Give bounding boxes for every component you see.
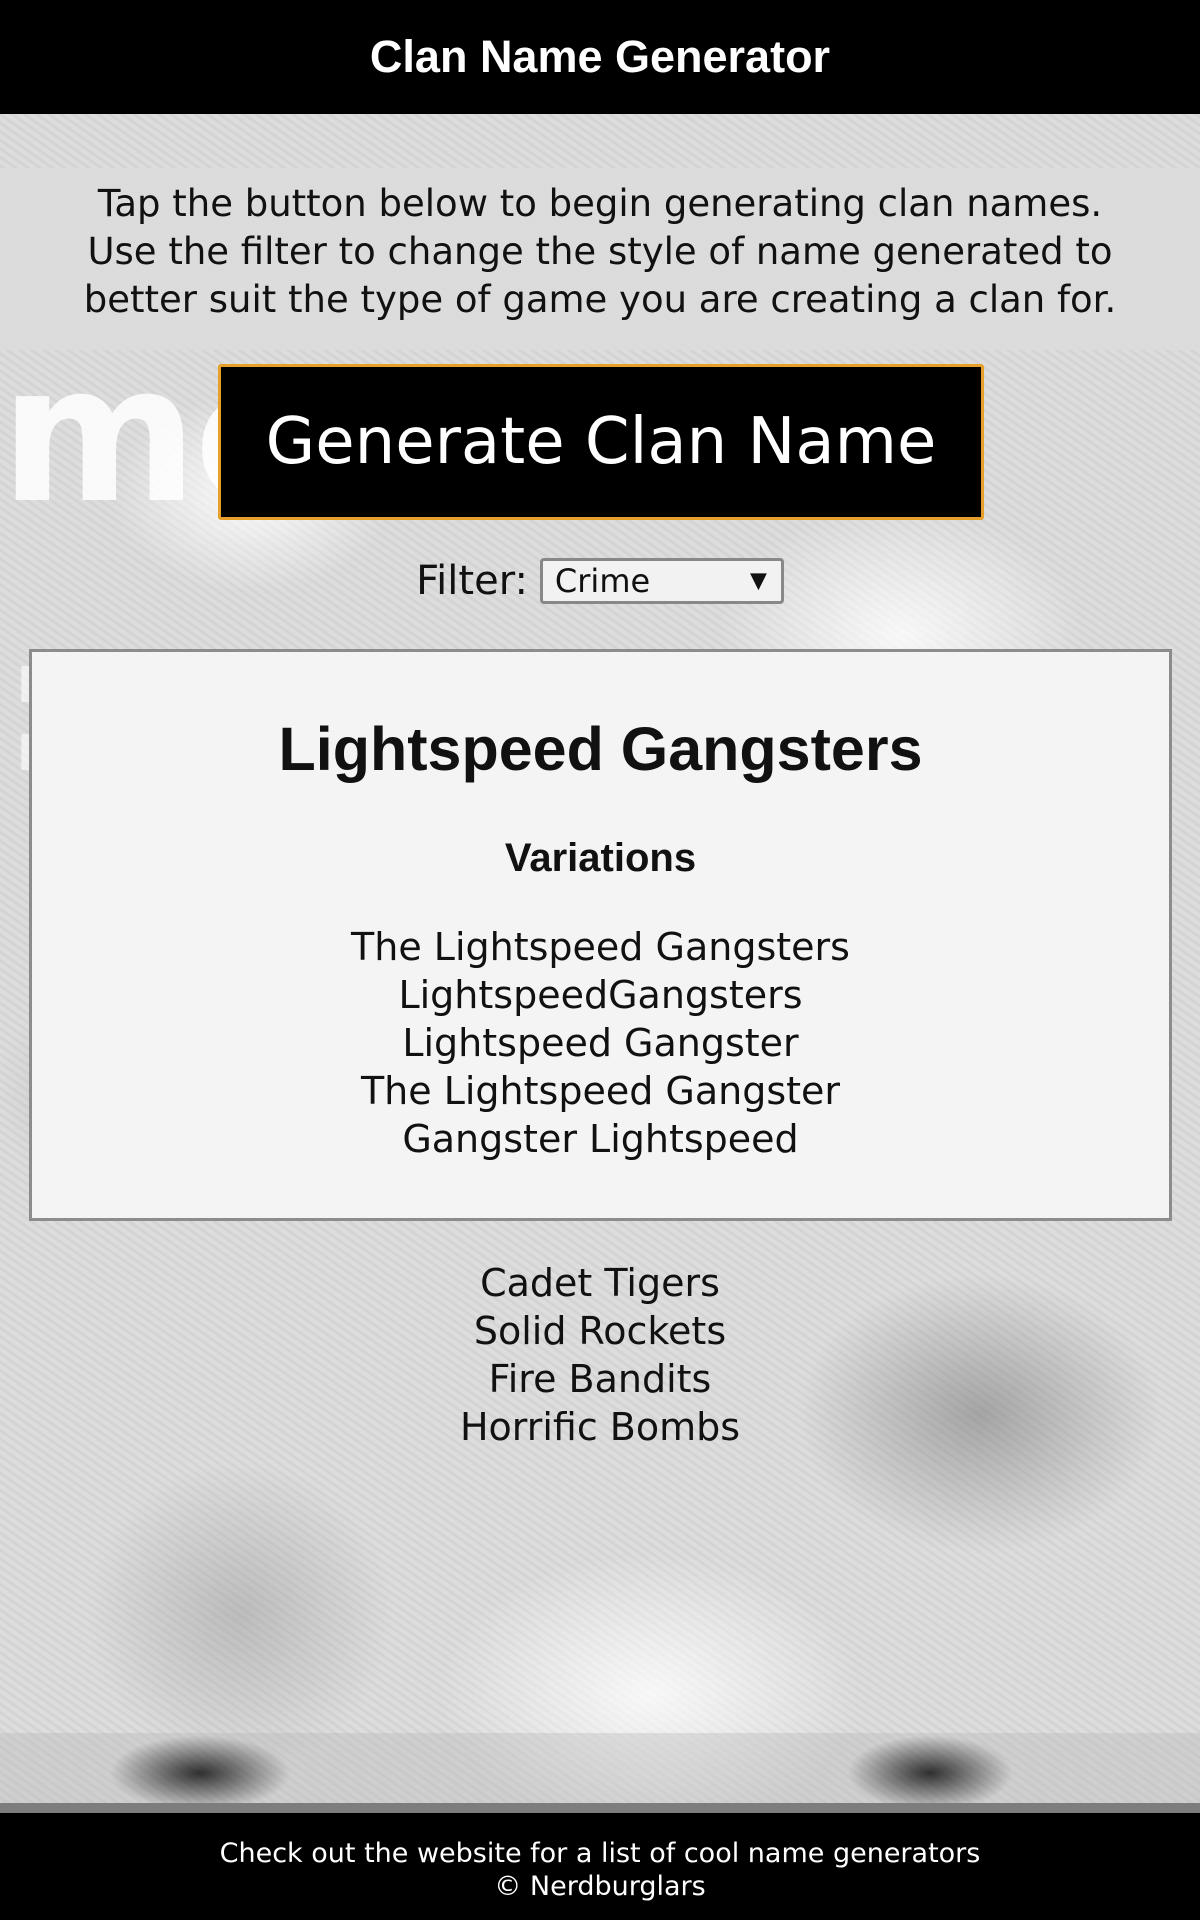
previous-name-item: Horrific Bombs [459,1405,741,1449]
intro-line-2: Use the filter to change the style of na… [87,230,1113,273]
footer-website-link[interactable]: Check out the website for a list of cool… [0,1837,1200,1870]
previous-name-item: Cadet Tigers [480,1261,720,1305]
footer-divider [0,1803,1200,1813]
filter-selected-value: Crime [554,562,651,600]
variation-item: Lightspeed Gangster [402,1021,799,1065]
variations-heading: Variations [504,836,697,880]
intro-text: Tap the button below to begin generating… [0,168,1200,350]
variations-list: The Lightspeed Gangsters LightspeedGangs… [32,923,1169,1163]
footer-copyright: © Nerdburglars [494,1871,706,1902]
intro-line-1: Tap the button below to begin generating… [97,182,1103,225]
background-bottom-strip [0,1733,1200,1803]
generated-clan-name: Lightspeed Gangsters [278,715,923,783]
previous-name-item: Fire Bandits [488,1357,712,1401]
previous-names-list: Cadet Tigers Solid Rockets Fire Bandits … [0,1259,1200,1451]
filter-row: Filter: Crime ▼ [0,558,1200,604]
previous-name-item: Solid Rockets [473,1309,727,1353]
intro-line-3: better suit the type of game you are cre… [83,278,1117,321]
variation-item: Gangster Lightspeed [402,1117,799,1161]
app-header: Clan Name Generator [0,0,1200,114]
app-footer: Check out the website for a list of cool… [0,1813,1200,1920]
page-title: Clan Name Generator [369,31,831,82]
filter-select[interactable]: Crime ▼ [539,558,784,604]
result-card: Lightspeed Gangsters Variations The Ligh… [29,649,1172,1221]
variation-item: The Lightspeed Gangster [360,1069,841,1113]
filter-label: Filter: [416,558,528,604]
variation-item: The Lightspeed Gangsters [351,925,850,969]
dropdown-arrow-icon: ▼ [750,568,767,594]
generate-clan-name-button[interactable]: Generate Clan Name [218,364,984,520]
variation-item: LightspeedGangsters [398,973,803,1017]
